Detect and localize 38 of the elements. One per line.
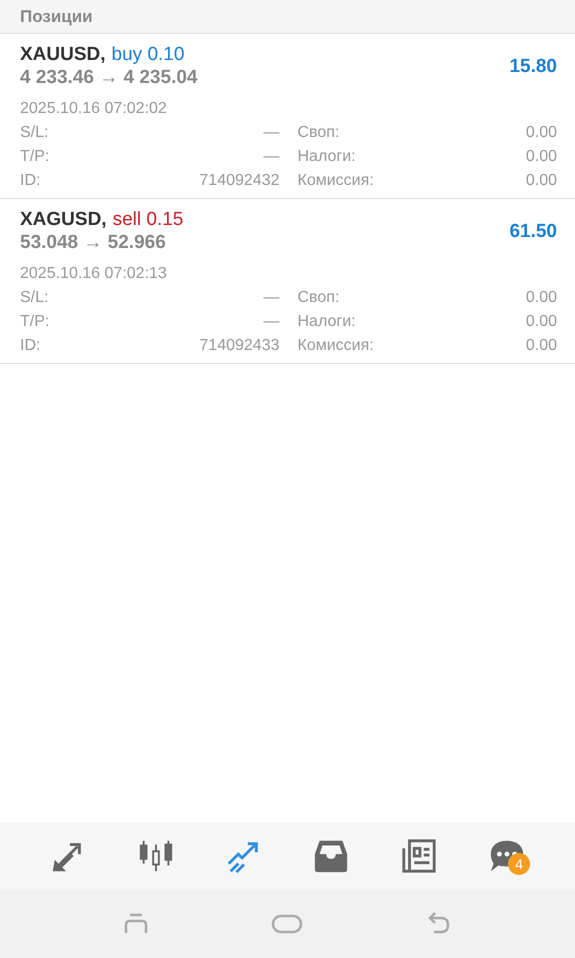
- section-title: Позиции: [20, 6, 93, 26]
- symbol-label: XAGUSD,: [20, 209, 107, 231]
- price-change: 4 233.46 → 4 235.04: [20, 67, 198, 89]
- profit-value: 61.50: [509, 220, 557, 242]
- field-label: Налоги:: [298, 148, 356, 166]
- field-value: 0.00: [526, 337, 557, 355]
- field-label: ID:: [20, 337, 40, 355]
- field-label: Своп:: [298, 289, 340, 307]
- field-value: —: [264, 289, 280, 307]
- profit-value: 15.80: [509, 56, 557, 78]
- field-label: S/L:: [20, 124, 48, 142]
- open-time: 2025.10.16 07:02:02: [20, 100, 168, 118]
- field-label: T/P:: [20, 313, 50, 331]
- symbol-label: XAUUSD,: [20, 44, 106, 66]
- open-time: 2025.10.16 07:02:13: [20, 265, 168, 283]
- field-label: Комиссия:: [298, 337, 374, 355]
- field-value: 714092433: [199, 337, 280, 355]
- field-label: S/L:: [20, 289, 48, 307]
- field-label: ID:: [20, 172, 40, 190]
- field-value: —: [264, 313, 280, 331]
- field-label: Комиссия:: [298, 172, 374, 190]
- notification-badge: 4: [508, 853, 530, 875]
- order-volume: buy 0.10: [112, 44, 184, 66]
- field-value: —: [264, 148, 280, 166]
- newspaper-icon: [400, 837, 438, 875]
- field-label: Налоги:: [298, 313, 356, 331]
- field-value: 0.00: [526, 124, 557, 142]
- field-label: Своп:: [298, 124, 340, 142]
- field-value: 714092432: [199, 172, 280, 190]
- field-value: 0.00: [526, 289, 557, 307]
- field-label: T/P:: [20, 148, 50, 166]
- field-value: 0.00: [526, 313, 557, 331]
- field-value: —: [264, 124, 280, 142]
- field-value: 0.00: [526, 172, 557, 190]
- nav-tab[interactable]: 4: [484, 833, 530, 879]
- price-change: 53.048 → 52.966: [20, 232, 167, 254]
- order-volume: sell 0.15: [112, 209, 184, 231]
- field-value: 0.00: [526, 148, 557, 166]
